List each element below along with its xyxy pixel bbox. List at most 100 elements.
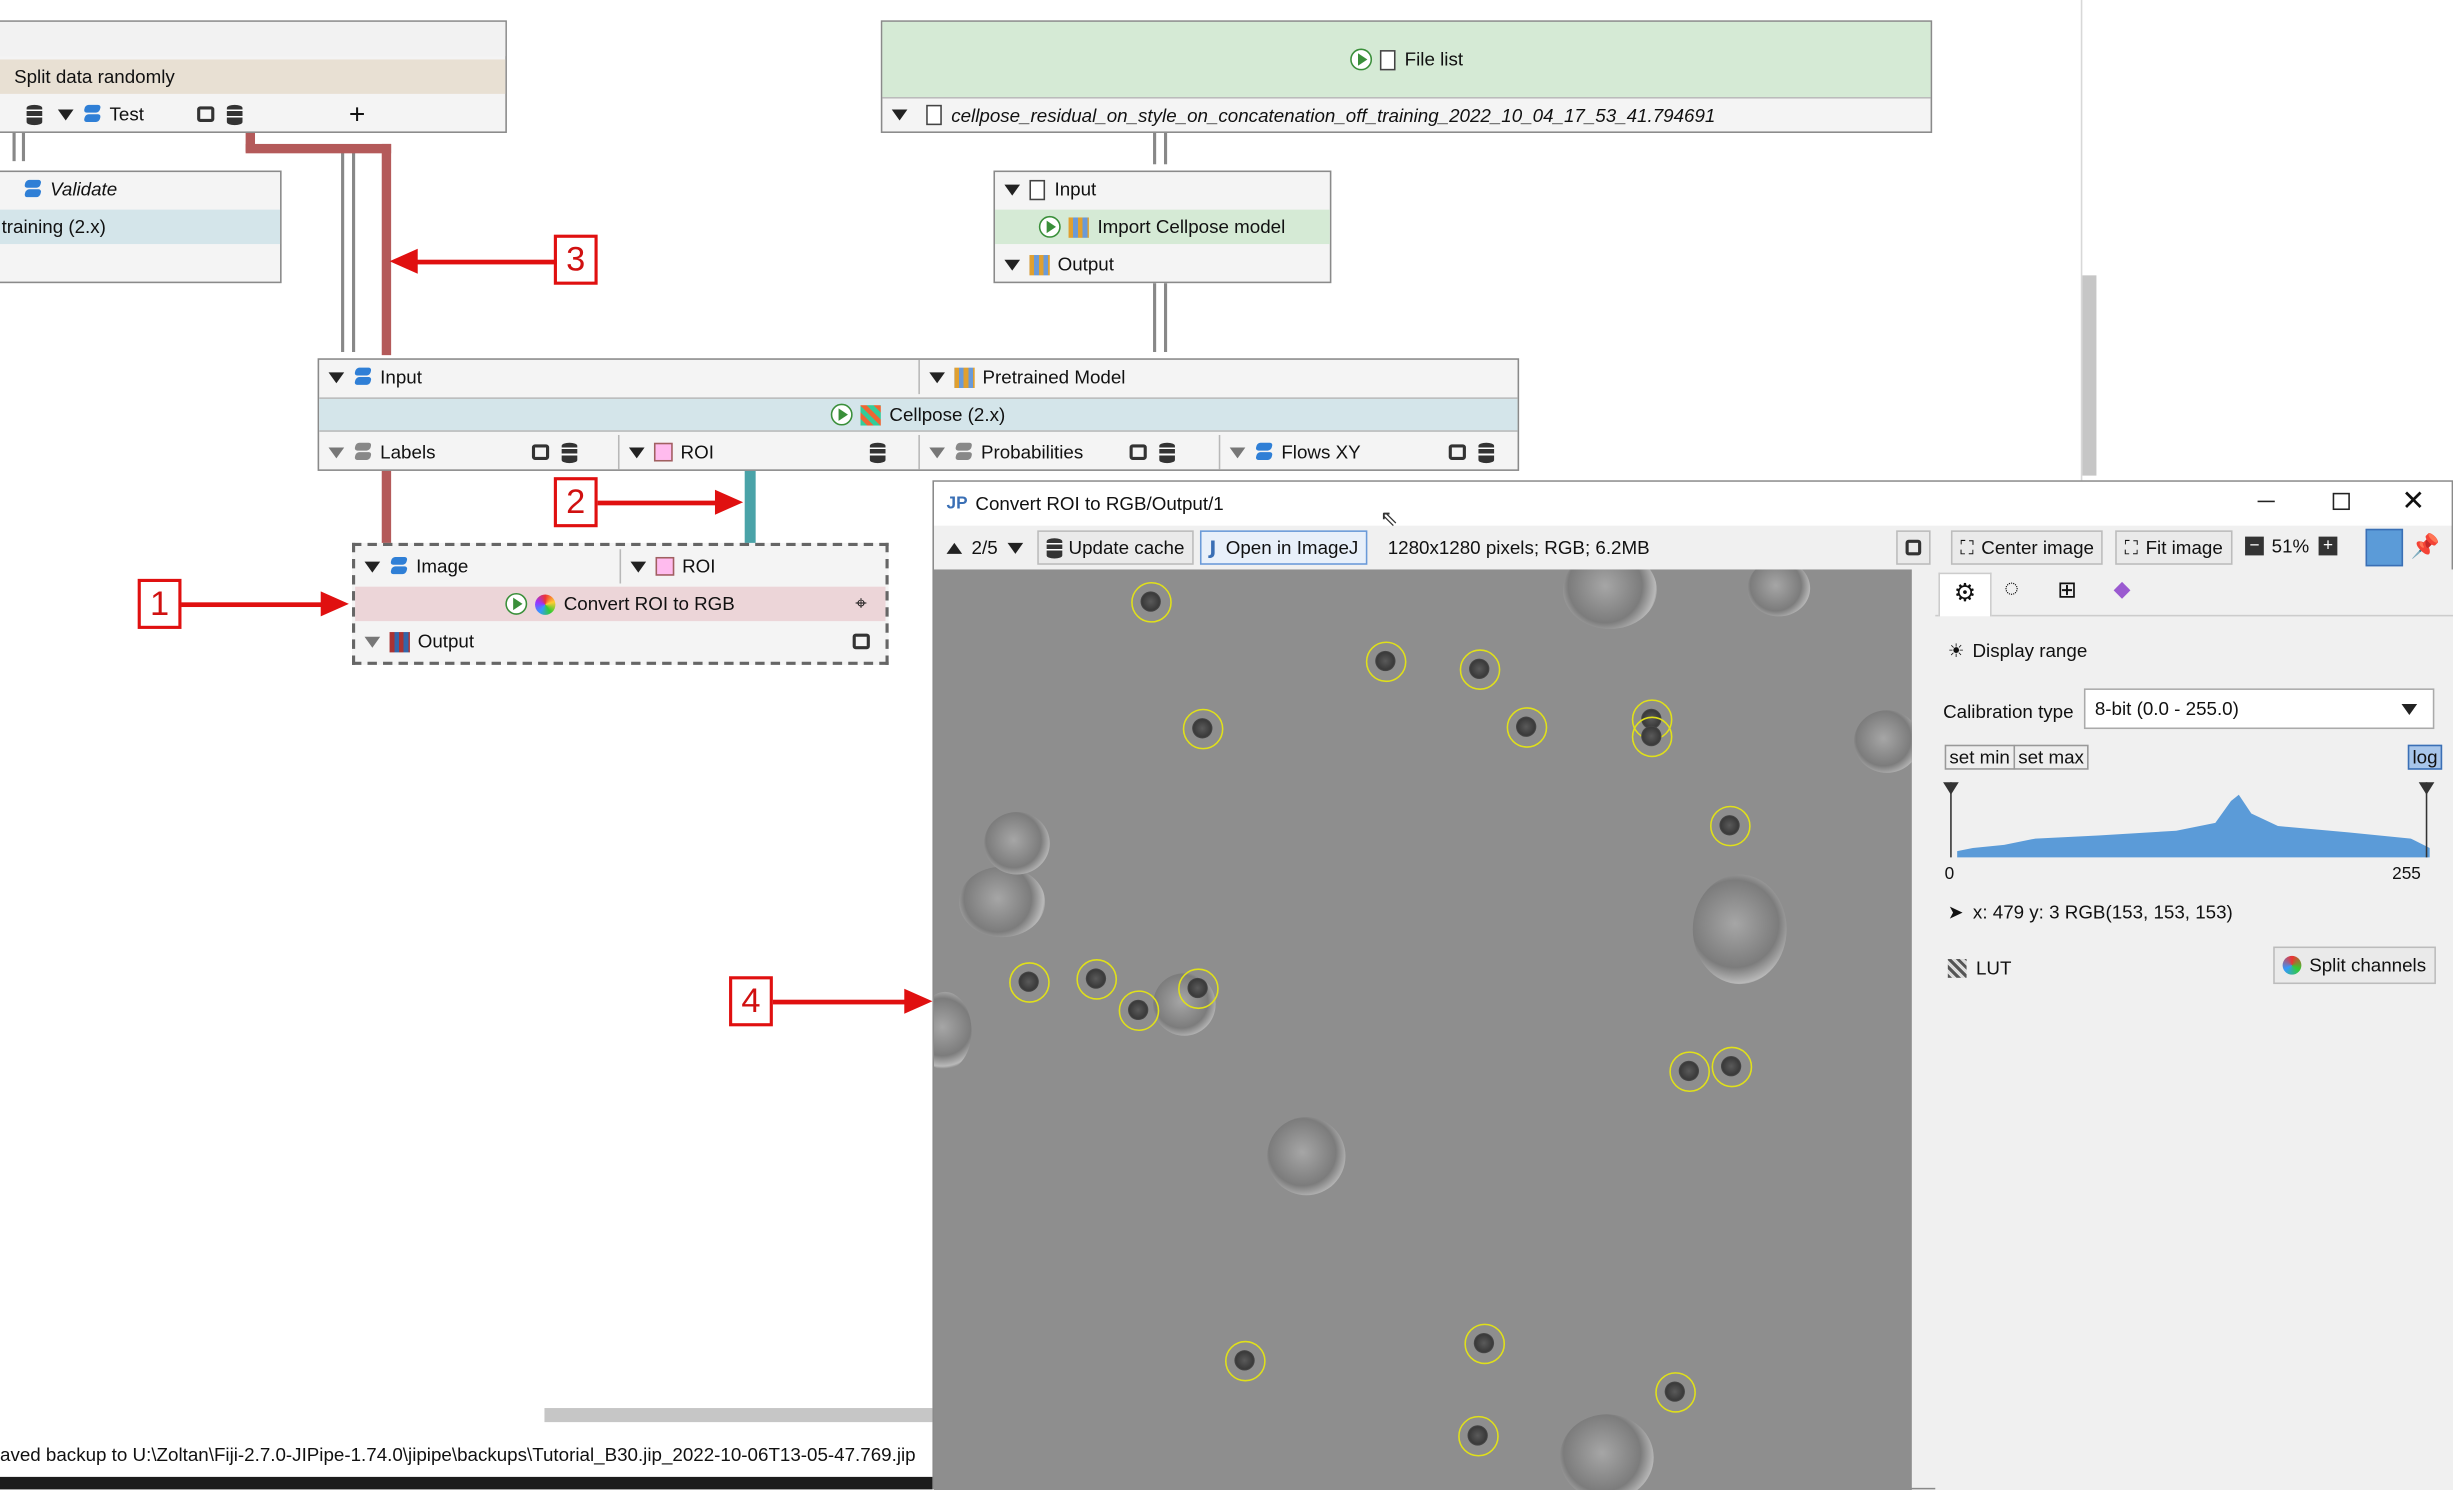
chevron-down-icon[interactable] [57, 108, 74, 120]
roi-cell[interactable] [1709, 805, 1751, 847]
fit-image-button[interactable]: ⛶ Fit image [2115, 530, 2233, 565]
maximize-icon[interactable] [2332, 492, 2350, 511]
convert-image-label: Image [416, 555, 469, 578]
camera-icon[interactable] [197, 106, 215, 123]
roi-cell[interactable] [1178, 968, 1219, 1010]
convert-roi-node[interactable]: Image ROI Convert ROI to RGB ⌖ Output [352, 542, 889, 665]
page-nav[interactable]: 2/5 [940, 532, 1032, 563]
update-cache-button[interactable]: Update cache [1037, 530, 1194, 565]
center-image-button[interactable]: ⛶ Center image [1950, 530, 2104, 565]
histogram-max-label: 255 [2392, 865, 2421, 884]
camera-icon[interactable] [852, 633, 870, 650]
lut-heading: LUT [1947, 957, 2011, 979]
crosshair-icon[interactable]: ⌖ [855, 591, 866, 616]
pin-icon[interactable]: 📌 [2411, 532, 2440, 560]
roi-cell[interactable] [1711, 1046, 1753, 1088]
roi-cell[interactable] [1182, 708, 1224, 750]
cellpose-node[interactable]: Input Pretrained Model Cellpose (2.x) La… [317, 358, 1520, 471]
set-min-button[interactable]: set min [1944, 744, 2015, 770]
roi-cell[interactable] [1076, 959, 1118, 1000]
chevron-down-icon[interactable] [1004, 183, 1021, 195]
roi-cell[interactable] [1459, 649, 1501, 690]
tab-roi-icon[interactable]: ◌ [2004, 576, 2019, 604]
chevron-down-icon[interactable] [328, 446, 345, 458]
roi-cell[interactable] [1131, 581, 1172, 623]
chevron-down-icon[interactable] [628, 446, 645, 458]
import-cellpose-node[interactable]: Input Import Cellpose model Output [993, 170, 1332, 284]
chevron-down-icon[interactable] [929, 446, 945, 458]
run-icon[interactable] [1039, 215, 1062, 238]
database-icon[interactable] [1477, 441, 1494, 463]
roi-cell[interactable] [1365, 641, 1407, 683]
open-in-imagej-button[interactable]: Ϳ Open in ImageJ [1199, 530, 1368, 565]
layers-icon [390, 557, 410, 576]
chevron-down-icon[interactable] [1007, 542, 1023, 554]
horizontal-scrollbar-thumb[interactable] [544, 1408, 936, 1423]
chevron-down-icon[interactable] [364, 635, 381, 647]
snapshot-button[interactable] [1896, 530, 1931, 565]
roi-cell[interactable] [1458, 1415, 1499, 1457]
database-icon[interactable] [26, 104, 43, 125]
unlabeled-cell [1562, 569, 1657, 629]
cellpose-flows-label: Flows XY [1281, 441, 1361, 464]
zoom-out-icon[interactable]: − [2245, 536, 2264, 556]
viewer-toolbar: 2/5 Update cache Ϳ Open in ImageJ 1280x1… [934, 526, 2452, 570]
fit-icon: ⛶ [2124, 535, 2138, 558]
database-icon[interactable] [562, 441, 578, 463]
roi-cell[interactable] [1225, 1340, 1266, 1382]
image-canvas[interactable] [934, 569, 1912, 1490]
tab-tags-icon[interactable]: ◆ [2114, 576, 2131, 603]
add-slot-button[interactable]: + [349, 98, 365, 131]
connection-pipe-red [245, 143, 392, 154]
camera-icon[interactable] [1130, 444, 1148, 460]
chevron-down-icon[interactable] [891, 109, 908, 121]
chevron-down-icon[interactable] [1229, 446, 1246, 458]
database-icon[interactable] [1159, 441, 1176, 463]
tab-settings-gear-icon[interactable]: ⚙ [1938, 572, 1992, 617]
roi-cell[interactable] [1669, 1051, 1710, 1093]
file-list-node[interactable]: File list cellpose_residual_on_style_on_… [880, 20, 1933, 133]
run-icon[interactable] [505, 592, 528, 615]
chevron-down-icon[interactable] [364, 560, 381, 572]
roi-cell[interactable] [1118, 990, 1160, 1032]
chevron-down-icon[interactable] [328, 371, 345, 383]
tab-measure-icon[interactable]: ⊞ [2057, 576, 2077, 604]
window-title-bar[interactable]: JP Convert ROI to RGB/Output/1 ✕ [934, 481, 2452, 526]
sidebar-toggle-icon[interactable] [2365, 528, 2404, 567]
calibration-type-select[interactable]: 8-bit (0.0 - 255.0) [2083, 688, 2435, 730]
connection-pipe [341, 148, 356, 353]
close-icon[interactable]: ✕ [2402, 485, 2426, 518]
histogram [1943, 782, 2435, 858]
log-toggle[interactable]: log [2407, 744, 2443, 770]
minimize-icon[interactable] [2257, 500, 2275, 503]
unlabeled-cell [1747, 569, 1811, 617]
camera-icon[interactable] [532, 444, 550, 460]
roi-cell[interactable] [1655, 1372, 1696, 1413]
run-icon[interactable] [1349, 48, 1372, 71]
camera-icon[interactable] [1448, 444, 1466, 460]
chevron-up-icon[interactable] [946, 542, 963, 554]
chevron-down-icon[interactable] [929, 371, 945, 383]
layers-icon [954, 443, 974, 462]
calibration-type-value: 8-bit (0.0 - 255.0) [2094, 697, 2239, 720]
roi-cell[interactable] [1009, 962, 1050, 1003]
chevron-down-icon[interactable] [1004, 258, 1021, 270]
center-image-label: Center image [1981, 536, 2095, 559]
roi-cell[interactable] [1464, 1323, 1506, 1365]
split-data-node[interactable]: Split data randomly Test + [0, 20, 507, 133]
database-icon[interactable] [226, 104, 243, 125]
run-icon[interactable] [831, 403, 854, 426]
zoom-in-icon[interactable]: + [2318, 536, 2338, 556]
database-icon[interactable] [870, 441, 887, 463]
model-icon [954, 366, 975, 388]
vertical-scrollbar-thumb[interactable] [2082, 275, 2097, 476]
callout-1-arrow [181, 602, 326, 608]
image-viewer-window[interactable]: JP Convert ROI to RGB/Output/1 ✕ 2/5 Upd… [932, 480, 2453, 1490]
roi-cell[interactable] [1631, 716, 1673, 758]
roi-cell[interactable] [1506, 707, 1548, 748]
split-channels-button[interactable]: Split channels [2273, 946, 2436, 985]
validate-node[interactable]: Validate training (2.x) [0, 170, 282, 284]
chevron-down-icon[interactable] [630, 560, 647, 572]
set-max-button[interactable]: set max [2013, 744, 2089, 770]
callout-4-arrow [772, 999, 908, 1005]
